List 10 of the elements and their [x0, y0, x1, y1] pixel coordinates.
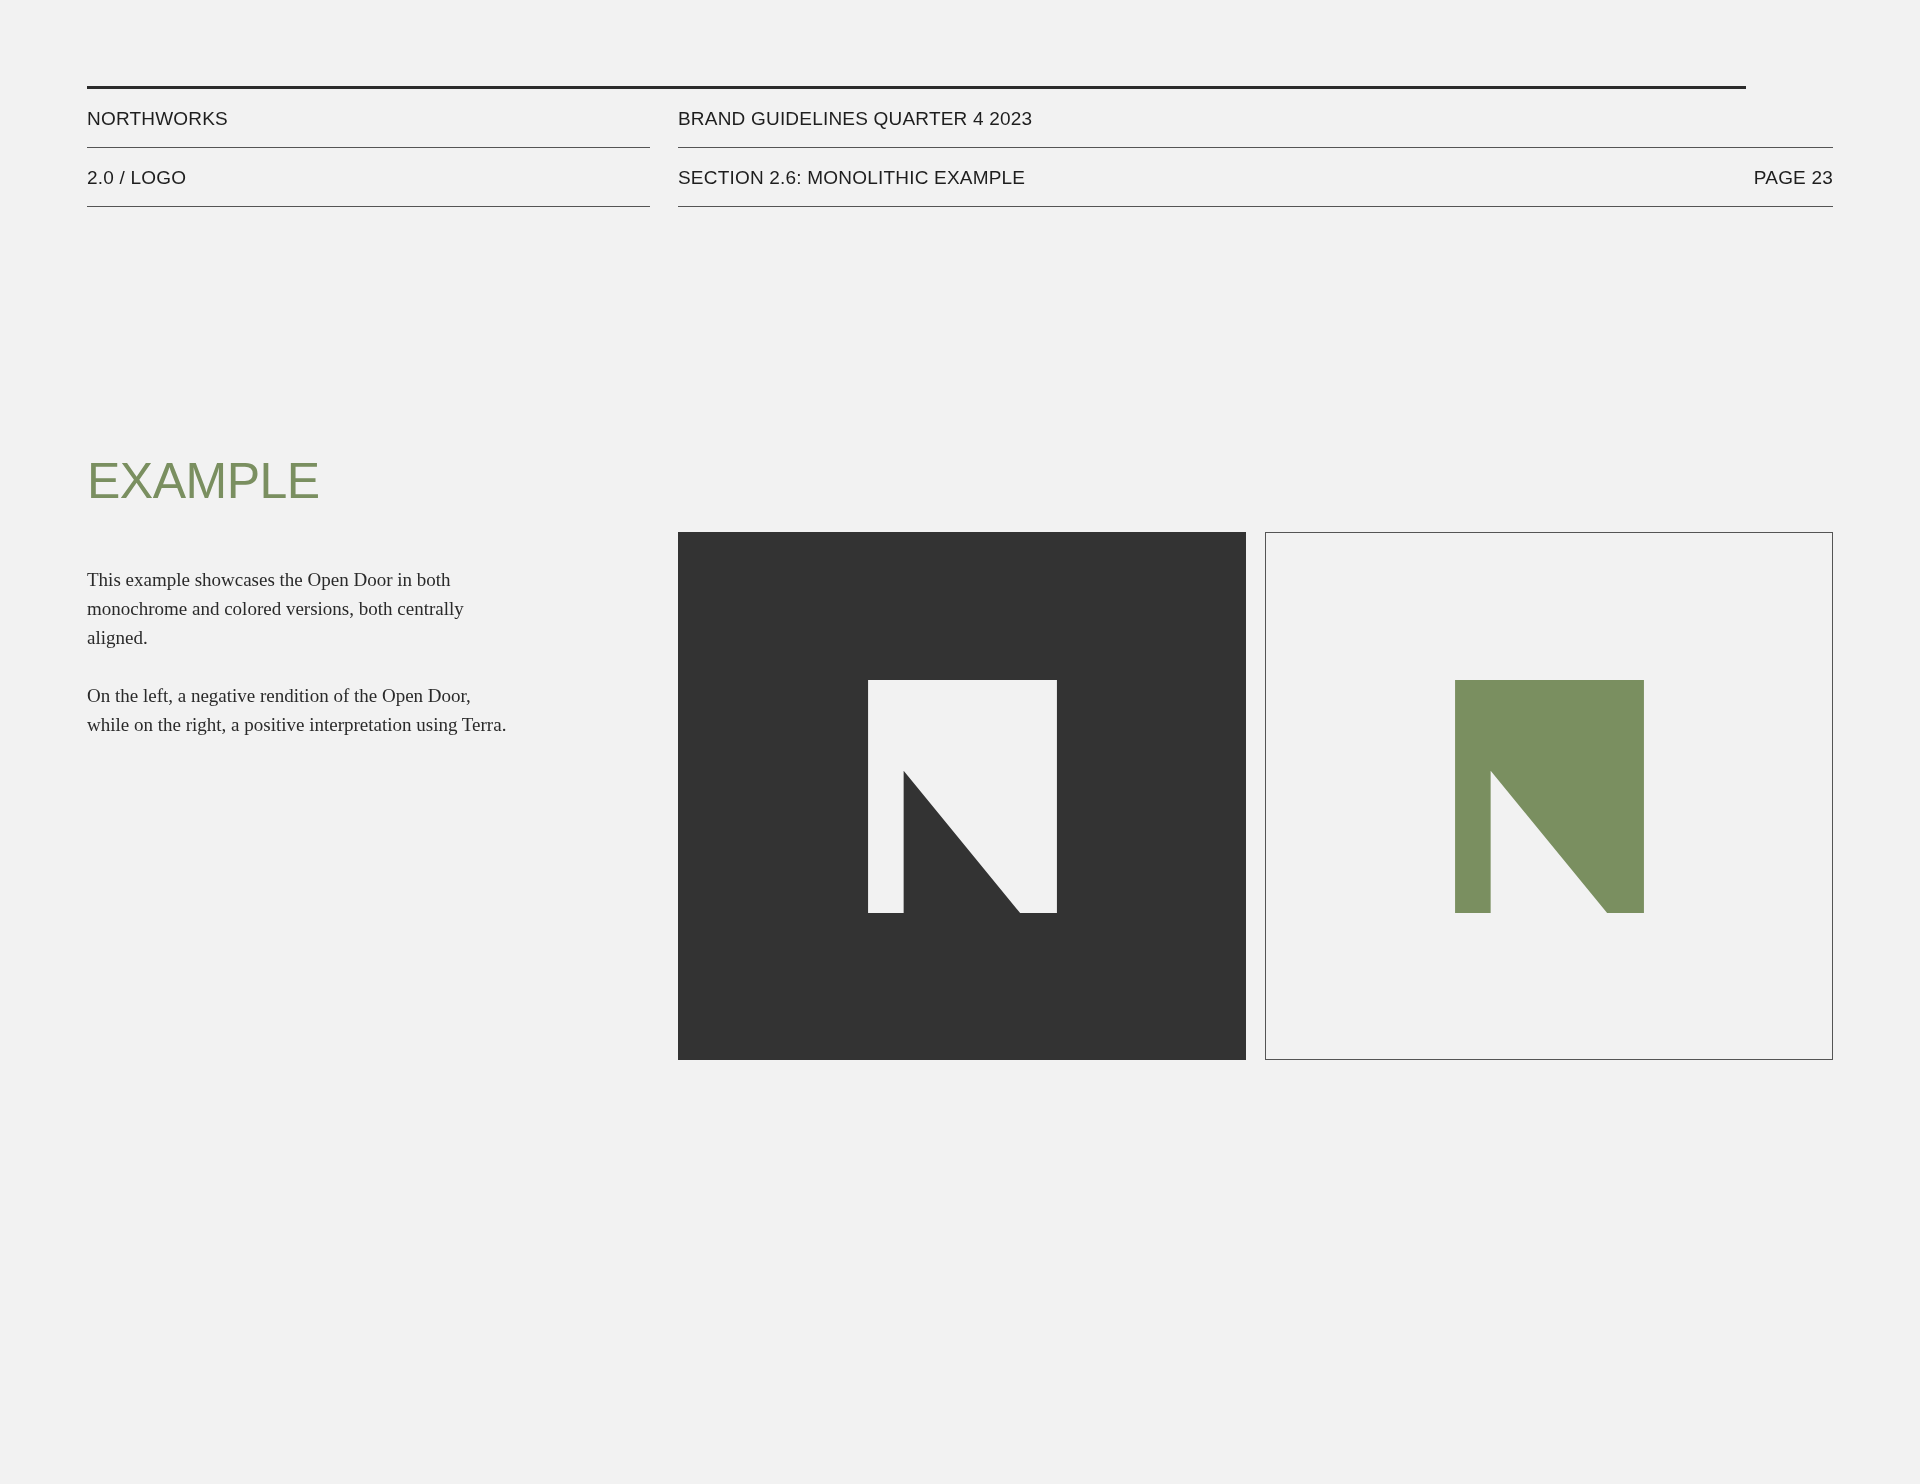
logo-mark-icon — [1454, 679, 1644, 913]
document-title: BRAND GUIDELINES QUARTER 4 2023 — [678, 108, 1033, 130]
logo-mark-icon — [867, 679, 1057, 913]
section-title: SECTION 2.6: MONOLITHIC EXAMPLE — [678, 167, 1026, 189]
example-heading: EXAMPLE — [87, 452, 321, 511]
description-paragraph: This example showcases the Open Door in both monochrome and colored versions, both centrally aligned. — [87, 568, 465, 650]
page-number: PAGE 23 — [1753, 167, 1833, 189]
section-number: 2.0 / LOGO — [87, 167, 187, 189]
description-paragraph: On the left, a negative rendition of the Open Door, while on the right, a positive interpretation using Terra. — [87, 684, 507, 737]
brand-name: NORTHWORKS — [87, 108, 228, 130]
